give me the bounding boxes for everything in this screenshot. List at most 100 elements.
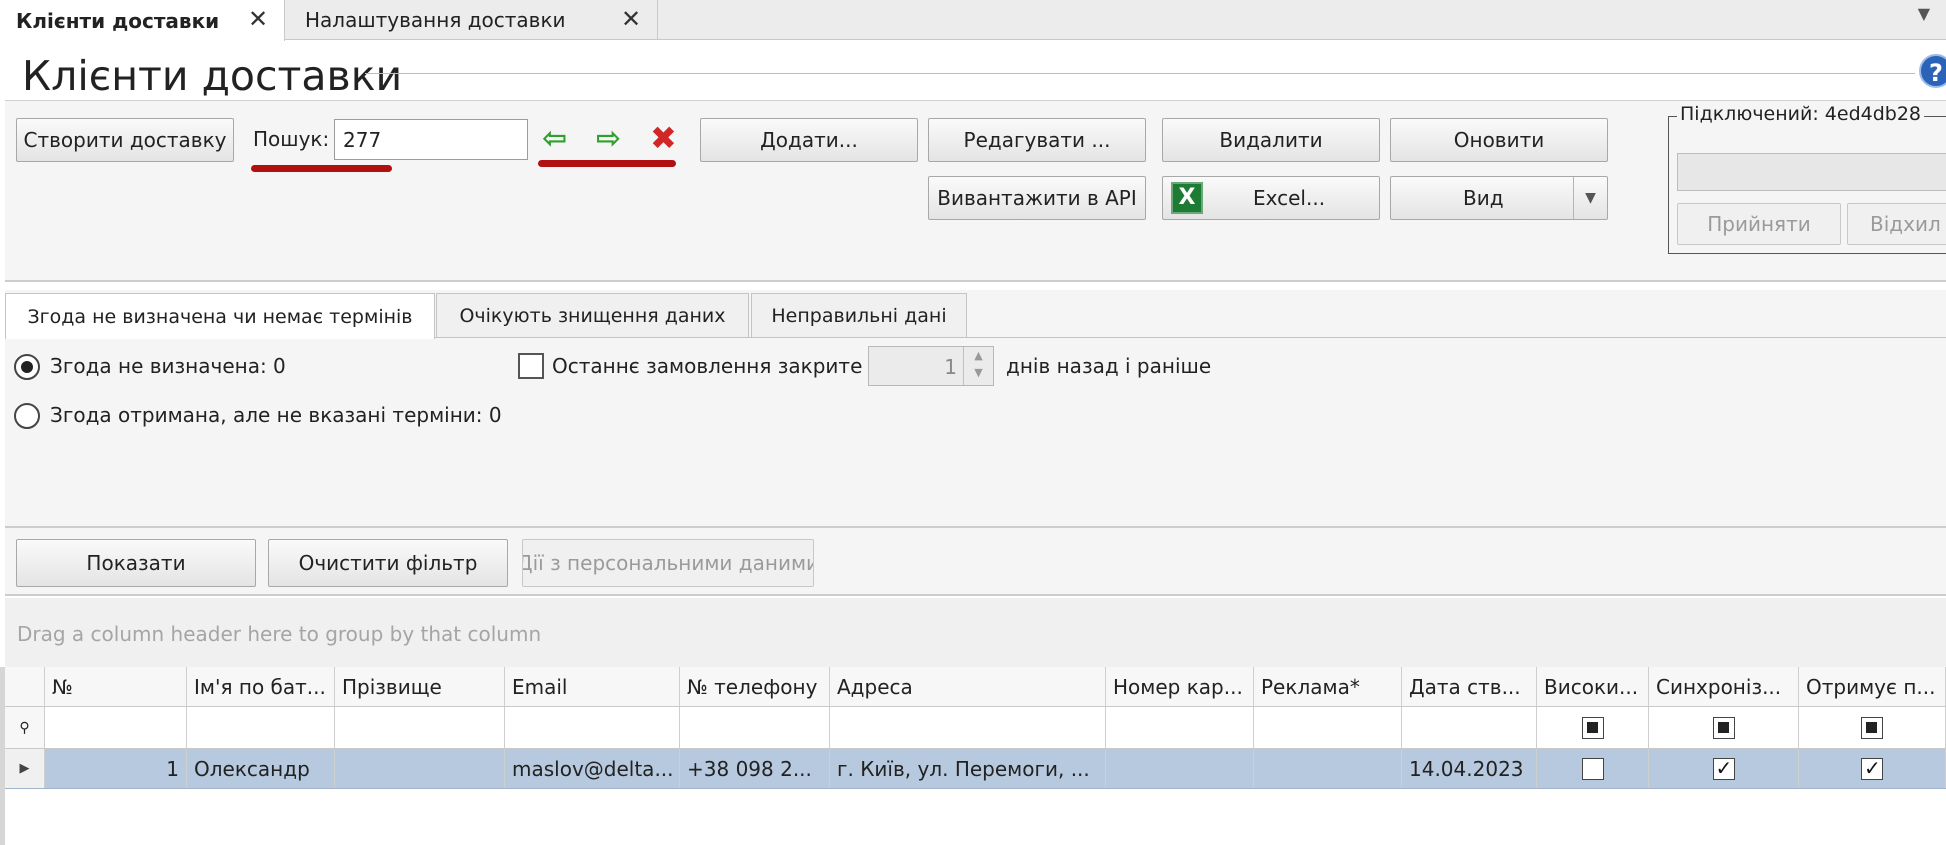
row-indicator-icon: ▶ xyxy=(5,749,45,788)
search-input[interactable] xyxy=(334,119,528,160)
tab-delivery-clients[interactable]: Клієнти доставки ✕ xyxy=(0,0,285,41)
excel-button-label: Excel... xyxy=(1253,186,1326,210)
connection-field xyxy=(1677,153,1946,191)
connection-group: Підключений: 4ed4db28 Прийняти Відхил xyxy=(1668,103,1946,254)
filter-cell[interactable] xyxy=(45,707,187,748)
column-header-address[interactable]: Адреса xyxy=(830,667,1106,706)
upload-api-button[interactable]: Вивантажити в API xyxy=(928,176,1146,220)
clear-filter-button[interactable]: Очистити фільтр xyxy=(268,539,508,587)
annotation-underline xyxy=(538,160,676,167)
days-stepper[interactable]: 1 ▲ ▼ xyxy=(868,346,994,386)
cell-receives xyxy=(1799,749,1946,788)
search-label: Пошук: xyxy=(253,127,330,151)
filter-cell[interactable] xyxy=(1649,707,1799,748)
radio-consent-received[interactable] xyxy=(14,403,40,429)
grid-filter-row: ⚲ xyxy=(5,707,1946,749)
filter-row-icon: ⚲ xyxy=(5,707,45,748)
last-order-checkbox[interactable] xyxy=(518,353,544,379)
column-header-phone[interactable]: № телефону xyxy=(680,667,830,706)
personal-data-actions-button[interactable]: Дії з персональними даними xyxy=(522,539,814,587)
tabs-dropdown-icon[interactable]: ▼ xyxy=(1918,4,1930,23)
stepper-arrows-icon[interactable]: ▲ ▼ xyxy=(963,347,993,385)
tab-invalid-data[interactable]: Неправильні дані xyxy=(751,293,967,337)
cell-ads xyxy=(1254,749,1402,788)
days-suffix-label: днів назад і раніше xyxy=(1006,354,1212,378)
days-value: 1 xyxy=(944,355,957,379)
sync-checkbox[interactable] xyxy=(1712,756,1735,780)
page-title: Клієнти доставки xyxy=(22,52,403,100)
column-header-high[interactable]: Високи... xyxy=(1537,667,1649,706)
accept-button[interactable]: Прийняти xyxy=(1677,203,1841,245)
cell-patronymic: Олександр xyxy=(187,749,335,788)
high-checkbox[interactable] xyxy=(1581,757,1604,780)
tab-label: Клієнти доставки xyxy=(16,8,220,33)
tab-consent-undefined[interactable]: Згода не визначена чи немає термінів xyxy=(5,293,435,339)
column-header-surname[interactable]: Прізвище xyxy=(335,667,505,706)
group-by-hint: Drag a column header here to group by th… xyxy=(17,622,542,646)
radio-consent-undefined-label: Згода не визначена: 0 xyxy=(50,354,286,378)
column-header-number[interactable]: № xyxy=(45,667,187,706)
help-icon[interactable]: ? xyxy=(1919,54,1946,88)
grid-header-row: № Ім'я по бат... Прізвище Email № телефо… xyxy=(5,667,1946,707)
column-header-patronymic[interactable]: Ім'я по бат... xyxy=(187,667,335,706)
filter-cell[interactable] xyxy=(1799,707,1946,748)
arrow-right-icon[interactable]: ⇨ xyxy=(596,124,621,154)
create-delivery-button[interactable]: Створити доставку xyxy=(16,118,234,162)
filter-high-checkbox[interactable] xyxy=(1581,716,1604,739)
excel-icon: X xyxy=(1171,182,1203,214)
column-header-receives[interactable]: Отримує п... xyxy=(1799,667,1946,706)
cell-high xyxy=(1537,749,1649,788)
arrow-left-icon[interactable]: ⇦ xyxy=(542,124,567,154)
receives-checkbox[interactable] xyxy=(1861,756,1883,780)
add-button[interactable]: Додати... xyxy=(700,118,918,162)
cell-sync xyxy=(1649,749,1799,788)
annotation-underline xyxy=(251,165,392,172)
connection-label: Підключений: 4ed4db28 xyxy=(1677,103,1925,125)
filter-cell[interactable] xyxy=(335,707,505,748)
filter-cell[interactable] xyxy=(1402,707,1537,748)
tab-delivery-settings[interactable]: Налаштування доставки ✕ xyxy=(285,0,658,40)
filter-cell[interactable] xyxy=(830,707,1106,748)
radio-consent-undefined[interactable] xyxy=(14,354,40,380)
cell-phone: +38 098 2... xyxy=(680,749,830,788)
cell-surname xyxy=(335,749,505,788)
column-header-email[interactable]: Email xyxy=(505,667,680,706)
filter-cell[interactable] xyxy=(680,707,830,748)
table-row[interactable]: ▶ 1 Олександр maslov@delta... +38 098 2.… xyxy=(5,749,1946,789)
show-button[interactable]: Показати xyxy=(16,539,256,587)
tab-awaiting-deletion[interactable]: Очікують знищення даних xyxy=(436,293,749,337)
chevron-down-icon[interactable]: ▼ xyxy=(1573,177,1607,219)
clear-search-icon[interactable]: ✖ xyxy=(650,122,677,154)
filter-cell[interactable] xyxy=(187,707,335,748)
filter-sync-checkbox[interactable] xyxy=(1712,716,1735,739)
cell-email: maslov@delta... xyxy=(505,749,680,788)
cell-date: 14.04.2023 xyxy=(1402,749,1537,788)
column-header-ads[interactable]: Реклама* xyxy=(1254,667,1402,706)
reject-button[interactable]: Відхил xyxy=(1847,203,1946,245)
close-icon[interactable]: ✕ xyxy=(621,7,641,31)
delete-button[interactable]: Видалити xyxy=(1162,118,1380,162)
clients-grid: № Ім'я по бат... Прізвище Email № телефо… xyxy=(5,667,1946,845)
filter-cell[interactable] xyxy=(1106,707,1254,748)
edit-button[interactable]: Редагувати ... xyxy=(928,118,1146,162)
filter-cell[interactable] xyxy=(1254,707,1402,748)
excel-button[interactable]: X Excel... xyxy=(1162,176,1380,220)
cell-address: г. Київ, ул. Перемоги, ... xyxy=(830,749,1106,788)
filter-cell[interactable] xyxy=(1537,707,1649,748)
column-header-sync[interactable]: Синхроніз... xyxy=(1649,667,1799,706)
group-by-panel[interactable]: Drag a column header here to group by th… xyxy=(5,598,1946,668)
close-icon[interactable]: ✕ xyxy=(248,7,268,31)
tab-label: Налаштування доставки xyxy=(305,8,566,32)
last-order-label: Останнє замовлення закрите xyxy=(552,354,863,378)
column-header-card[interactable]: Номер кар... xyxy=(1106,667,1254,706)
filter-receives-checkbox[interactable] xyxy=(1861,716,1883,739)
cell-number: 1 xyxy=(45,749,187,788)
column-header-date[interactable]: Дата ств... xyxy=(1402,667,1537,706)
refresh-button[interactable]: Оновити xyxy=(1390,118,1608,162)
title-divider xyxy=(365,73,1915,74)
row-indicator-header xyxy=(5,667,45,706)
cell-card xyxy=(1106,749,1254,788)
document-tab-bar: Клієнти доставки ✕ Налаштування доставки… xyxy=(0,0,1946,41)
filter-cell[interactable] xyxy=(505,707,680,748)
view-button[interactable]: Вид ▼ xyxy=(1390,176,1608,220)
